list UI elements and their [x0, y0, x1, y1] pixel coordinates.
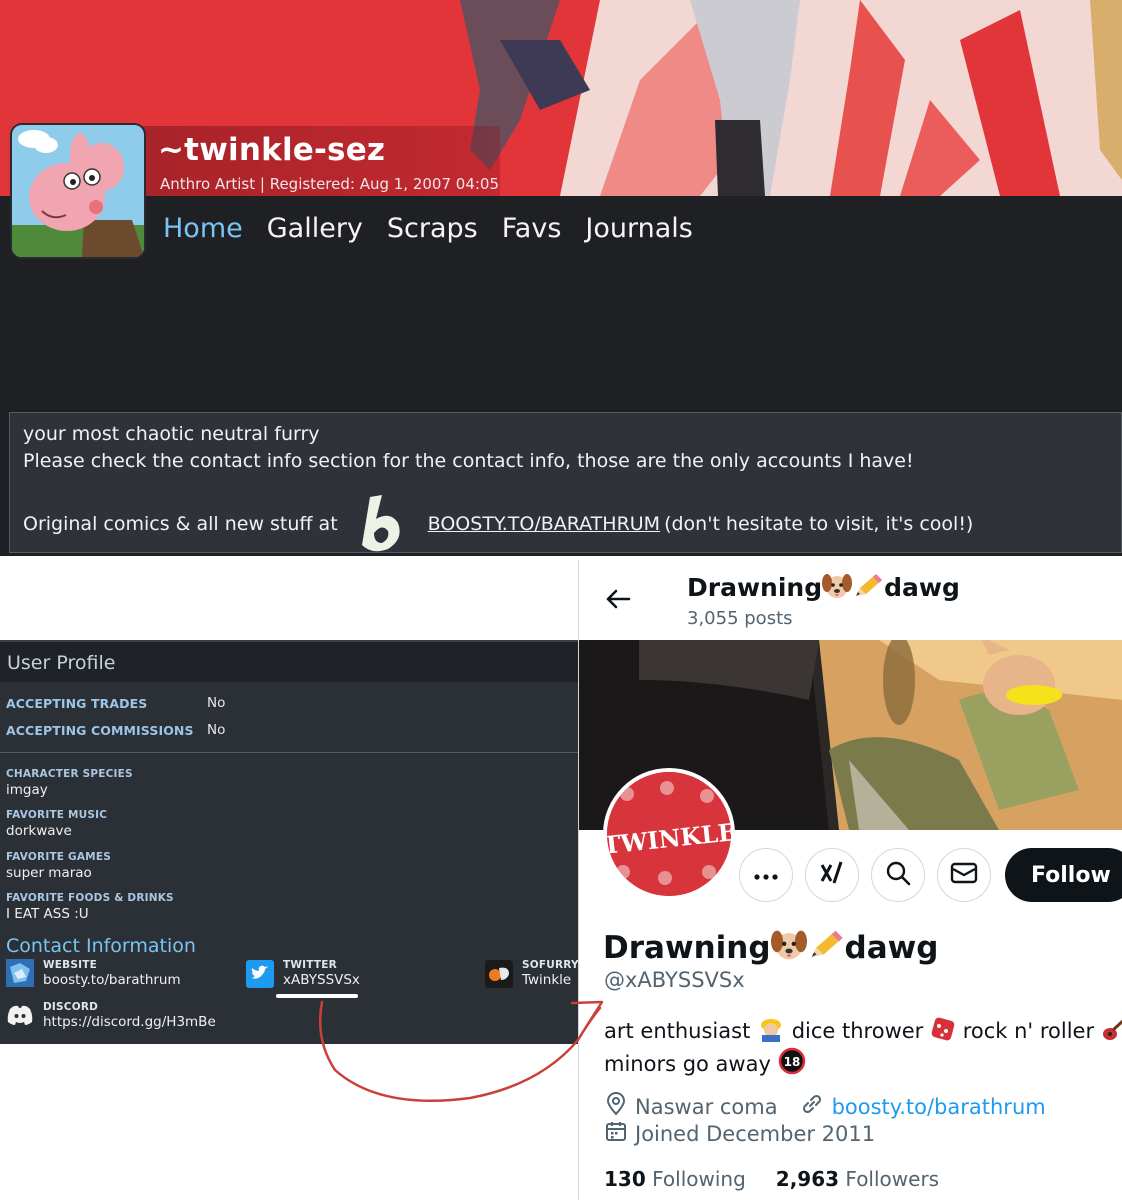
- more-button[interactable]: [739, 848, 793, 902]
- name-part: dawg: [844, 930, 939, 966]
- fa-username: ~twinkle-sez: [158, 132, 386, 168]
- games-label: FAVORITE GAMES: [6, 851, 111, 863]
- handwritten-underline: [276, 994, 358, 998]
- link-icon: [800, 1092, 824, 1121]
- age-badge-text: 18: [783, 1055, 800, 1069]
- contact-info-title: Contact Information: [6, 935, 196, 957]
- bio-line-2: minors go away 18: [604, 1047, 806, 1080]
- nav-favs[interactable]: Favs: [502, 213, 562, 244]
- twitter-label: TWITTER: [283, 959, 337, 971]
- description-line-3: Original comics & all new stuff at BOOST…: [23, 493, 973, 555]
- back-arrow-icon[interactable]: [603, 584, 633, 614]
- followers-stat[interactable]: 2,963 Followers: [776, 1167, 939, 1191]
- description-suffix: (don't hesitate to visit, it's cool!): [664, 513, 974, 535]
- joined-row: Joined December 2011: [605, 1120, 875, 1147]
- follow-stats: 130 Following 2,963 Followers: [604, 1167, 939, 1191]
- following-stat[interactable]: 130 Following: [604, 1167, 746, 1191]
- music-label: FAVORITE MUSIC: [6, 809, 108, 821]
- commissions-value: No: [207, 722, 226, 738]
- construction-worker-emoji-icon: [757, 1016, 785, 1047]
- bio-part: art enthusiast: [604, 1019, 751, 1043]
- search-button[interactable]: [871, 848, 925, 902]
- joined-text: Joined December 2011: [635, 1121, 876, 1146]
- guitar-emoji-icon: [1101, 1016, 1122, 1047]
- followers-label: Followers: [845, 1167, 940, 1191]
- games-value: super marao: [6, 865, 92, 881]
- trades-value: No: [207, 695, 226, 711]
- pencil-emoji-icon: [852, 572, 884, 606]
- description-line-2: Please check the contact info section fo…: [23, 450, 914, 472]
- profile-description: your most chaotic neutral furry Please c…: [9, 412, 1122, 553]
- species-label: CHARACTER SPECIES: [6, 768, 133, 780]
- no-under-18-emoji-icon: 18: [778, 1047, 806, 1080]
- user-profile-panel: User Profile ACCEPTING TRADES No ACCEPTI…: [0, 640, 579, 1044]
- grok-button[interactable]: [805, 848, 859, 902]
- trades-label: ACCEPTING TRADES: [6, 696, 148, 711]
- followers-count: 2,963: [775, 1167, 840, 1191]
- fa-user-subtitle: Anthro Artist | Registered: Aug 1, 2007 …: [160, 175, 500, 193]
- discord-icon: [6, 1001, 34, 1029]
- fa-avatar[interactable]: [12, 125, 144, 257]
- fa-profile-header: ~twinkle-sez Anthro Artist | Registered:…: [0, 0, 1122, 556]
- sofurry-icon: [485, 960, 513, 988]
- follow-button[interactable]: Follow: [1005, 848, 1122, 902]
- following-label: Following: [652, 1167, 746, 1191]
- user-profile-title: User Profile: [7, 652, 116, 674]
- bio-part: rock n' roller: [962, 1019, 1095, 1043]
- bio-part: dice thrower: [791, 1019, 924, 1043]
- dog-emoji-icon: [770, 928, 807, 970]
- dice-emoji-icon: [930, 1016, 956, 1047]
- location-icon: [605, 1092, 627, 1121]
- foods-value: I EAT ASS :U: [6, 906, 89, 922]
- grok-icon: [819, 860, 845, 890]
- description-prefix: Original comics & all new stuff at: [23, 513, 338, 535]
- bio-part: minors go away: [604, 1052, 771, 1076]
- profile-link[interactable]: boosty.to/barathrum: [832, 1095, 1046, 1119]
- search-icon: [885, 860, 911, 890]
- pencil-emoji-icon: [807, 928, 845, 970]
- nav-gallery[interactable]: Gallery: [267, 213, 363, 244]
- twitter-value[interactable]: xABYSSVSx: [283, 972, 360, 988]
- discord-value[interactable]: https://discord.gg/H3mBe: [43, 1014, 216, 1030]
- display-name: Drawning dawg: [603, 928, 939, 970]
- divider: [0, 752, 578, 753]
- boosty-link[interactable]: BOOSTY.TO/BARATHRUM: [428, 513, 660, 535]
- header-name-part: Drawning: [687, 573, 823, 602]
- sofurry-value[interactable]: Twinkle: [522, 972, 571, 988]
- discord-label: DISCORD: [43, 1001, 99, 1013]
- location-text: Naswar coma: [635, 1094, 778, 1119]
- description-line-1: your most chaotic neutral furry: [23, 423, 320, 445]
- header-name-part: dawg: [884, 573, 960, 602]
- mail-icon: [950, 861, 978, 889]
- fa-nav: Home Gallery Scraps Favs Journals: [163, 213, 693, 244]
- twitter-avatar[interactable]: TWINKLE: [603, 768, 735, 900]
- music-value: dorkwave: [6, 823, 72, 839]
- boosty-icon[interactable]: [354, 493, 412, 555]
- sofurry-label: SOFURRY: [522, 959, 579, 971]
- species-value: imgay: [6, 782, 48, 798]
- foods-label: FAVORITE FOODS & DRINKS: [6, 892, 174, 904]
- nav-scraps[interactable]: Scraps: [387, 213, 478, 244]
- following-count: 130: [604, 1167, 646, 1191]
- nav-home[interactable]: Home: [163, 213, 243, 244]
- twitter-handle: @xABYSSVSx: [604, 968, 745, 992]
- user-profile-header: User Profile: [0, 642, 578, 682]
- message-button[interactable]: [937, 848, 991, 902]
- website-label: WEBSITE: [43, 959, 97, 971]
- website-icon: [6, 959, 34, 987]
- twitter-profile-panel: Drawning dawg 3,055 posts TWINKLE Follow…: [578, 560, 1122, 1200]
- commissions-label: ACCEPTING COMMISSIONS: [6, 723, 194, 738]
- posts-count: 3,055 posts: [687, 608, 793, 629]
- twitter-icon: [246, 960, 274, 988]
- location-row: Naswar coma boosty.to/barathrum: [605, 1092, 1046, 1121]
- dog-emoji-icon: [822, 572, 853, 606]
- website-value[interactable]: boosty.to/barathrum: [43, 972, 181, 988]
- nav-journals[interactable]: Journals: [585, 213, 692, 244]
- name-part: Drawning: [603, 930, 771, 966]
- more-icon: [753, 866, 779, 885]
- header-display-name: Drawning dawg: [687, 572, 960, 606]
- calendar-icon: [605, 1120, 627, 1147]
- bio-line-1: art enthusiast dice thrower rock n' roll…: [604, 1016, 1122, 1047]
